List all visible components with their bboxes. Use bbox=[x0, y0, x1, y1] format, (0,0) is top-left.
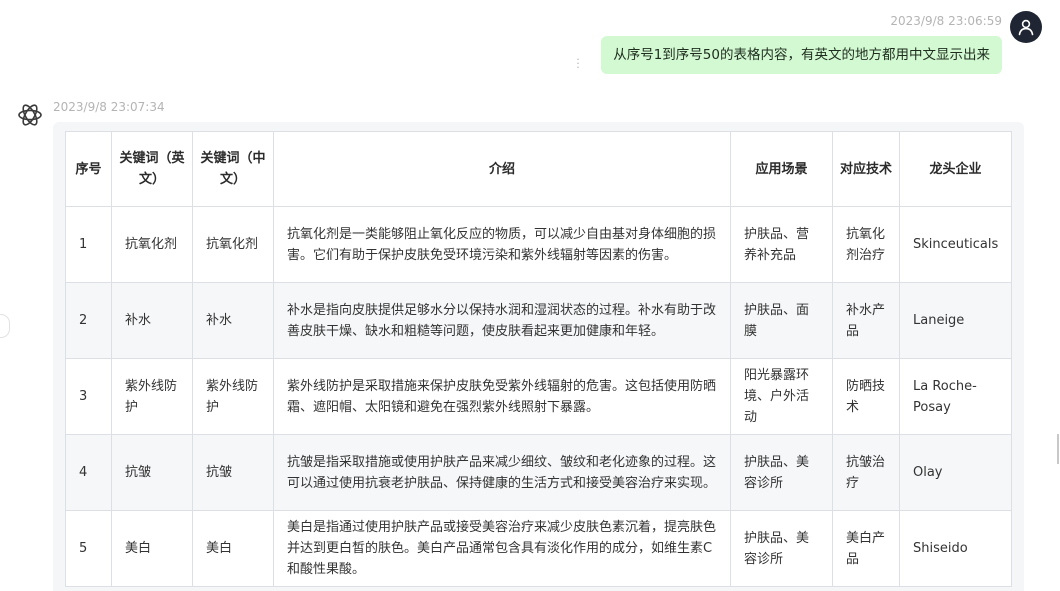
chat-page: 2023/9/8 23:06:59 从序号1到序号50的表格内容，有英文的地方都… bbox=[0, 0, 1060, 591]
cell-keyword-cn: 美白 bbox=[192, 510, 274, 587]
cell-company: Skinceuticals bbox=[899, 206, 1012, 283]
header-intro: 介绍 bbox=[273, 131, 731, 207]
header-tech: 对应技术 bbox=[832, 131, 900, 207]
header-keyword-cn: 关键词（中文） bbox=[192, 131, 274, 207]
cell-no: 2 bbox=[65, 282, 112, 359]
cell-keyword-en: 紫外线防护 bbox=[111, 358, 193, 435]
header-no: 序号 bbox=[65, 131, 112, 207]
cell-tech: 美白产品 bbox=[832, 510, 900, 587]
cell-tech: 抗皱治疗 bbox=[832, 434, 900, 511]
cell-scene: 护肤品、营养补充品 bbox=[730, 206, 833, 283]
user-icon bbox=[1018, 19, 1034, 36]
keyword-table: 序号 关键词（英文） 关键词（中文） 介绍 应用场景 对应技术 龙头企业 1 抗… bbox=[65, 131, 1012, 587]
cell-no: 1 bbox=[65, 206, 112, 283]
cell-no: 4 bbox=[65, 434, 112, 511]
cell-intro: 抗氧化剂是一类能够阻止氧化反应的物质，可以减少自由基对身体细胞的损害。它们有助于… bbox=[273, 206, 731, 283]
cell-company: Olay bbox=[899, 434, 1012, 511]
cell-keyword-cn: 补水 bbox=[192, 282, 274, 359]
scrollbar-thumb[interactable] bbox=[1057, 434, 1059, 464]
table-row: 1 抗氧化剂 抗氧化剂 抗氧化剂是一类能够阻止氧化反应的物质，可以减少自由基对身… bbox=[65, 206, 1012, 283]
cell-scene: 阳光暴露环境、户外活动 bbox=[730, 358, 833, 435]
header-scene: 应用场景 bbox=[730, 131, 833, 207]
cell-intro: 美白是指通过使用护肤产品或接受美容治疗来减少皮肤色素沉着，提亮肤色并达到更白皙的… bbox=[273, 510, 731, 587]
cell-company: Laneige bbox=[899, 282, 1012, 359]
table-header-row: 序号 关键词（英文） 关键词（中文） 介绍 应用场景 对应技术 龙头企业 bbox=[65, 131, 1012, 207]
cell-keyword-cn: 紫外线防护 bbox=[192, 358, 274, 435]
user-message-timestamp: 2023/9/8 23:06:59 bbox=[890, 14, 1002, 28]
assistant-message-timestamp: 2023/9/8 23:07:34 bbox=[53, 100, 165, 114]
collapse-sidebar-handle[interactable] bbox=[0, 314, 10, 338]
cell-keyword-en: 抗皱 bbox=[111, 434, 193, 511]
table-row: 2 补水 补水 补水是指向皮肤提供足够水分以保持水润和湿润状态的过程。补水有助于… bbox=[65, 282, 1012, 359]
table-row: 3 紫外线防护 紫外线防护 紫外线防护是采取措施来保护皮肤免受紫外线辐射的危害。… bbox=[65, 358, 1012, 435]
cell-tech: 防晒技术 bbox=[832, 358, 900, 435]
openai-logo-icon bbox=[18, 104, 42, 126]
cell-no: 5 bbox=[65, 510, 112, 587]
cell-tech: 补水产品 bbox=[832, 282, 900, 359]
assistant-avatar bbox=[15, 100, 45, 130]
cell-scene: 护肤品、美容诊所 bbox=[730, 434, 833, 511]
cell-keyword-en: 美白 bbox=[111, 510, 193, 587]
cell-tech: 抗氧化剂治疗 bbox=[832, 206, 900, 283]
table-row: 5 美白 美白 美白是指通过使用护肤产品或接受美容治疗来减少皮肤色素沉着，提亮肤… bbox=[65, 510, 1012, 587]
cell-intro: 抗皱是指采取措施或使用护肤产品来减少细纹、皱纹和老化迹象的过程。这可以通过使用抗… bbox=[273, 434, 731, 511]
header-keyword-en: 关键词（英文） bbox=[111, 131, 193, 207]
cell-intro: 紫外线防护是采取措施来保护皮肤免受紫外线辐射的危害。这包括使用防晒霜、遮阳帽、太… bbox=[273, 358, 731, 435]
user-avatar[interactable] bbox=[1010, 11, 1042, 43]
header-company: 龙头企业 bbox=[899, 131, 1012, 207]
assistant-message-bubble: 序号 关键词（英文） 关键词（中文） 介绍 应用场景 对应技术 龙头企业 1 抗… bbox=[53, 122, 1024, 591]
cell-intro: 补水是指向皮肤提供足够水分以保持水润和湿润状态的过程。补水有助于改善皮肤干燥、缺… bbox=[273, 282, 731, 359]
cell-keyword-en: 补水 bbox=[111, 282, 193, 359]
cell-company: Shiseido bbox=[899, 510, 1012, 587]
table-row: 4 抗皱 抗皱 抗皱是指采取措施或使用护肤产品来减少细纹、皱纹和老化迹象的过程。… bbox=[65, 434, 1012, 511]
more-options-icon[interactable]: · · · bbox=[573, 54, 583, 76]
cell-keyword-cn: 抗皱 bbox=[192, 434, 274, 511]
cell-scene: 护肤品、美容诊所 bbox=[730, 510, 833, 587]
cell-scene: 护肤品、面膜 bbox=[730, 282, 833, 359]
cell-keyword-cn: 抗氧化剂 bbox=[192, 206, 274, 283]
cell-keyword-en: 抗氧化剂 bbox=[111, 206, 193, 283]
cell-company: La Roche-Posay bbox=[899, 358, 1012, 435]
cell-no: 3 bbox=[65, 358, 112, 435]
user-message-bubble: 从序号1到序号50的表格内容，有英文的地方都用中文显示出来 bbox=[601, 36, 1002, 74]
